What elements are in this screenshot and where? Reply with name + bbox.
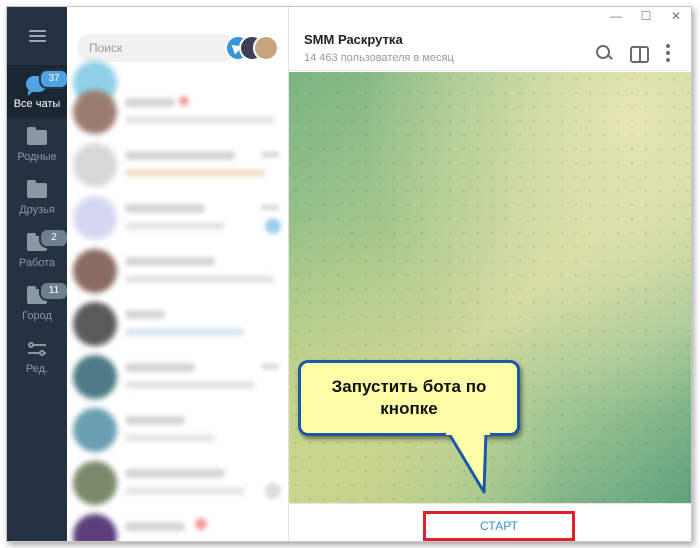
minimize-button[interactable]: — [601,7,631,25]
close-button[interactable]: ✕ [661,7,691,25]
folder-edit[interactable]: Ред. [7,330,67,383]
folder-all-chats[interactable]: 37 Все чаты [7,65,69,118]
folder-icon: 2 [25,227,69,253]
folder-label: Друзья [19,203,55,216]
avatar [73,461,117,505]
start-button[interactable]: СТАРТ [423,511,575,541]
sliders-icon [25,339,49,359]
list-item[interactable] [67,298,288,351]
list-item[interactable] [67,457,288,510]
folder-label: Ред. [25,362,49,375]
more-menu-icon[interactable] [657,42,679,64]
unread-badge: 37 [39,68,69,89]
folder-city[interactable]: 11 Город [7,277,69,330]
folder-work[interactable]: 2 Работа [7,224,69,277]
annotation-callout: Запустить бота по кнопке [298,360,520,436]
maximize-button[interactable]: ☐ [631,7,661,25]
list-item[interactable] [67,245,288,298]
avatar [73,408,117,452]
list-item[interactable] [67,351,288,404]
folder-family[interactable]: Родные [7,118,67,171]
avatar [73,355,117,399]
window-controls: — ☐ ✕ [601,7,691,25]
list-item[interactable] [67,192,288,245]
avatar [73,196,117,240]
avatar [73,514,117,541]
unread-badge: 11 [39,280,69,301]
bot-start-bar: СТАРТ [289,503,691,541]
list-item[interactable] [67,510,288,541]
folder-icon: 11 [25,280,69,306]
chat-title: SMM Раскрутка [304,32,403,47]
unread-badge: 2 [39,227,69,248]
hamburger-icon [28,30,46,42]
main-menu-button[interactable] [7,7,67,65]
avatar [73,302,117,346]
search-icon[interactable] [593,42,615,64]
avatar [73,143,117,187]
chat-subtitle: 14 463 пользователя в месяц [304,52,454,64]
folder-label: Родные [17,150,57,163]
list-item[interactable] [67,404,288,457]
callout-pointer [446,430,490,494]
sidebar-toggle-icon[interactable] [627,42,649,64]
avatar [73,249,117,293]
folder-label: Работа [18,256,56,269]
folder-friends[interactable]: Друзья [7,171,67,224]
chat-list-panel: Поиск [67,7,289,541]
list-item[interactable] [67,139,288,192]
folder-sidebar: 37 Все чаты Родные Друзья 2 Работа 11 Го… [7,7,69,541]
avatar [73,90,117,134]
folder-icon [25,126,49,147]
folder-label: Все чаты [13,97,61,110]
chat-bubble-icon: 37 [25,68,69,96]
list-item[interactable] [67,86,288,139]
folder-label: Город [22,309,52,322]
app-window: — ☐ ✕ 37 Все чаты Родные Друзья 2 Работа… [6,6,692,542]
folder-icon [25,179,49,200]
